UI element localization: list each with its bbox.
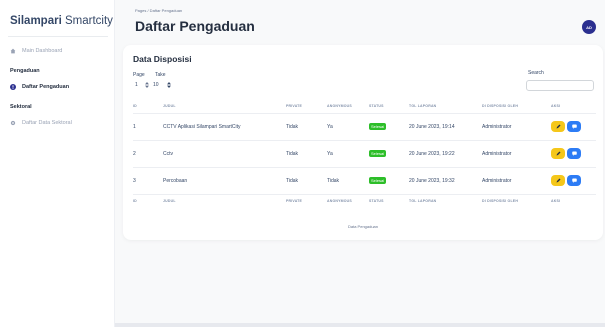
col-oleh-header: DI DISPOSISI OLEH: [482, 104, 519, 109]
gear-icon: [10, 120, 16, 126]
table-row: 1 CCTV Aplikasi Silampari SmartCity Tida…: [133, 112, 596, 140]
table-footer-row: ID JUDUL PRIVATE ANONYMOUS STATUS TGL LA…: [133, 193, 596, 207]
take-select[interactable]: 10: [151, 80, 173, 90]
sidebar-item-main-dashboard[interactable]: Main Dashboard: [10, 48, 62, 54]
house-icon: [10, 48, 16, 54]
edit-button[interactable]: [551, 121, 565, 132]
cell-aksi: [551, 139, 596, 167]
data-disposisi-card: Data Disposisi Page Take Search 1 10 ID …: [123, 45, 603, 240]
take-value: 10: [153, 82, 159, 88]
cell-tgl-laporan: 20 June 2023, 19:14: [409, 112, 482, 140]
col-oleh-footer: DI DISPOSISI OLEH: [482, 193, 551, 207]
col-tgl-header: TGL LAPORAN: [409, 104, 437, 109]
sidebar-section-sektoral: Sektoral: [10, 104, 32, 110]
cell-id: 1: [133, 112, 163, 140]
main-content: Pages / Daftar Pengaduan Daftar Pengadua…: [115, 0, 605, 323]
view-button[interactable]: [567, 121, 581, 132]
cell-status: Selesai: [369, 112, 409, 140]
col-id-header: ID: [133, 104, 137, 109]
search-input[interactable]: [526, 80, 594, 91]
disposisi-table: ID JUDUL PRIVATE ANONYMOUS STATUS TGL LA…: [133, 100, 596, 207]
sidebar-item-label: Daftar Pengaduan: [22, 84, 70, 90]
cell-private: Tidak: [286, 112, 327, 140]
pencil-icon: [556, 124, 560, 129]
cell-status: Selesai: [369, 166, 409, 194]
cell-anonymous: Ya: [327, 139, 369, 167]
col-anonymous-header: ANONYMOUS: [327, 104, 352, 109]
page-label: Page: [133, 72, 145, 78]
cell-tgl-laporan: 20 June 2023, 19:32: [409, 166, 482, 194]
col-judul-footer: JUDUL: [163, 193, 286, 207]
table-caption: Data Pengaduan: [347, 224, 379, 229]
cell-disposisi-oleh: Administrator: [482, 112, 551, 140]
col-aksi-footer: AKSI: [551, 193, 596, 207]
chat-icon: [571, 151, 577, 156]
chevron-updown-icon: [145, 82, 149, 88]
cell-judul: CCTV Aplikasi Silampari SmartCity: [163, 112, 286, 140]
sidebar-item-daftar-data-sektoral[interactable]: Daftar Data Sektoral: [10, 120, 72, 126]
card-title: Data Disposisi: [133, 54, 192, 64]
chat-icon: [571, 124, 577, 129]
sidebar-item-daftar-pengaduan[interactable]: Daftar Pengaduan: [10, 84, 69, 90]
edit-button[interactable]: [551, 148, 565, 159]
col-anonymous-footer: ANONYMOUS: [327, 193, 369, 207]
page-title: Daftar Pengaduan: [135, 18, 255, 34]
table-row: 2 Cctv Tidak Ya Selesai 20 June 2023, 19…: [133, 139, 596, 167]
col-status-footer: STATUS: [369, 193, 409, 207]
cell-anonymous: Tidak: [327, 166, 369, 194]
take-label: Take: [155, 72, 166, 78]
col-id-footer: ID: [133, 193, 163, 207]
pencil-icon: [556, 178, 560, 183]
page-stepper[interactable]: 1: [133, 80, 151, 90]
col-aksi-header: AKSI: [551, 104, 561, 109]
chat-icon: [571, 178, 577, 183]
cell-id: 2: [133, 139, 163, 167]
page-value: 1: [135, 82, 138, 88]
brand-divider: [8, 36, 108, 37]
table-header-row: ID JUDUL PRIVATE ANONYMOUS STATUS TGL LA…: [133, 100, 596, 113]
cell-disposisi-oleh: Administrator: [482, 166, 551, 194]
sidebar: Silampari Smartcity Main Dashboard Penga…: [0, 0, 115, 327]
col-private-header: PRIVATE: [286, 104, 303, 109]
cell-aksi: [551, 166, 596, 194]
status-badge: Selesai: [369, 123, 387, 130]
cell-private: Tidak: [286, 166, 327, 194]
sidebar-item-label: Main Dashboard: [22, 48, 63, 54]
cell-aksi: [551, 112, 596, 140]
view-button[interactable]: [567, 148, 581, 159]
cell-judul: Percobaan: [163, 166, 286, 194]
cell-disposisi-oleh: Administrator: [482, 139, 551, 167]
col-private-footer: PRIVATE: [286, 193, 327, 207]
edit-button[interactable]: [551, 175, 565, 186]
col-tgl-footer: TGL LAPORAN: [409, 193, 482, 207]
breadcrumb[interactable]: Pages / Daftar Pengaduan: [135, 8, 182, 13]
cell-judul: Cctv: [163, 139, 286, 167]
chevron-updown-icon: [167, 82, 171, 88]
sidebar-item-label: Daftar Data Sektoral: [22, 120, 72, 126]
col-status-header: STATUS: [369, 104, 384, 109]
bottom-bar: [115, 323, 605, 327]
view-button[interactable]: [567, 175, 581, 186]
exclamation-icon: [10, 84, 16, 90]
status-badge: Selesai: [369, 177, 387, 184]
cell-private: Tidak: [286, 139, 327, 167]
cell-status: Selesai: [369, 139, 409, 167]
status-badge: Selesai: [369, 150, 387, 157]
col-judul-header: JUDUL: [163, 104, 176, 109]
cell-anonymous: Ya: [327, 112, 369, 140]
cell-tgl-laporan: 20 June 2023, 19:22: [409, 139, 482, 167]
sidebar-section-pengaduan: Pengaduan: [10, 68, 40, 74]
brand-logo[interactable]: Silampari Smartcity: [10, 15, 113, 27]
cell-id: 3: [133, 166, 163, 194]
avatar[interactable]: AD: [582, 20, 596, 34]
pencil-icon: [556, 151, 560, 156]
table-row: 3 Percobaan Tidak Tidak Selesai 20 June …: [133, 166, 596, 194]
avatar-initials: AD: [586, 24, 592, 30]
search-label: Search: [528, 70, 544, 76]
